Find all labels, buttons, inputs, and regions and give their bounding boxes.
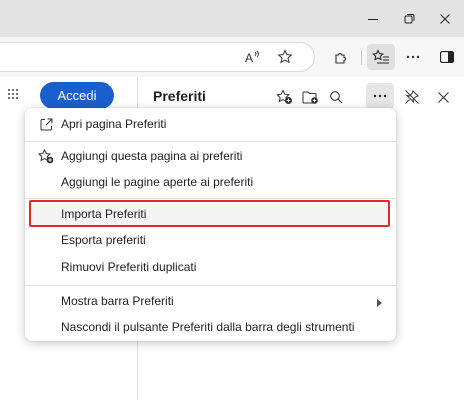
pin-pane-button[interactable] — [401, 86, 423, 108]
menu-separator — [25, 198, 396, 199]
svg-text:A: A — [245, 51, 253, 64]
menu-item-open-favorites-page[interactable]: Apri pagina Preferiti — [25, 111, 396, 137]
menu-item-label: Apri pagina Preferiti — [61, 117, 167, 131]
signin-button[interactable]: Accedi — [40, 82, 114, 109]
favorites-more-menu: Apri pagina Preferiti Aggiungi questa pa… — [25, 108, 396, 341]
address-bar[interactable]: A — [0, 42, 315, 72]
menu-separator — [25, 141, 396, 142]
menu-item-add-open-pages[interactable]: Aggiungi le pagine aperte ai preferiti — [25, 169, 396, 195]
extensions-icon[interactable] — [330, 46, 352, 68]
favorite-star-icon[interactable] — [274, 46, 296, 68]
menu-item-label: Mostra barra Preferiti — [61, 294, 174, 308]
search-icon — [330, 91, 343, 104]
read-aloud-icon[interactable]: A — [242, 46, 264, 68]
unpin-icon — [405, 90, 419, 104]
add-favorite-button[interactable] — [273, 86, 295, 108]
open-external-icon — [38, 116, 54, 132]
restore-button[interactable] — [392, 0, 426, 37]
menu-item-hide-favorites-button[interactable]: Nascondi il pulsante Preferiti dalla bar… — [25, 314, 396, 340]
menu-item-label: Rimuovi Preferiti duplicati — [61, 260, 197, 274]
favorites-collection-icon[interactable] — [367, 44, 395, 70]
close-window-button[interactable] — [428, 0, 462, 37]
sidebar-icon[interactable] — [436, 46, 458, 68]
menu-item-label: Nascondi il pulsante Preferiti dalla bar… — [61, 320, 355, 334]
menu-item-add-this-page[interactable]: Aggiungi questa pagina ai preferiti — [25, 143, 396, 169]
favorites-more-button[interactable] — [366, 83, 394, 109]
add-folder-button[interactable] — [299, 86, 321, 108]
apps-grid-icon[interactable] — [6, 87, 20, 101]
menu-item-import-favorites[interactable]: Importa Preferiti — [25, 201, 396, 227]
browser-toolbar: A — [0, 37, 464, 77]
search-favorites-button[interactable] — [325, 86, 347, 108]
menu-item-show-favorites-bar[interactable]: Mostra barra Preferiti — [25, 288, 396, 314]
close-pane-button[interactable] — [432, 86, 454, 108]
title-bar — [0, 0, 464, 37]
menu-item-label: Aggiungi questa pagina ai preferiti — [61, 149, 243, 163]
minimize-button[interactable] — [356, 0, 390, 37]
add-folder-icon — [302, 91, 318, 104]
minimize-icon — [368, 18, 378, 20]
menu-item-label: Importa Preferiti — [61, 207, 147, 221]
more-icon — [373, 94, 387, 98]
close-icon — [440, 13, 450, 24]
menu-item-label: Esporta preferiti — [61, 233, 146, 247]
restore-icon — [404, 14, 414, 24]
add-favorite-icon — [275, 89, 292, 104]
favorites-pane-title: Preferiti — [153, 88, 206, 104]
menu-item-remove-duplicates[interactable]: Rimuovi Preferiti duplicati — [25, 254, 396, 280]
menu-item-export-favorites[interactable]: Esporta preferiti — [25, 227, 396, 253]
add-favorite-icon — [38, 148, 54, 164]
close-icon — [437, 91, 449, 103]
chevron-right-icon — [377, 296, 382, 310]
menu-item-label: Aggiungi le pagine aperte ai preferiti — [61, 175, 254, 189]
toolbar-separator — [361, 50, 362, 65]
more-icon[interactable] — [402, 46, 424, 68]
menu-separator — [25, 285, 396, 286]
